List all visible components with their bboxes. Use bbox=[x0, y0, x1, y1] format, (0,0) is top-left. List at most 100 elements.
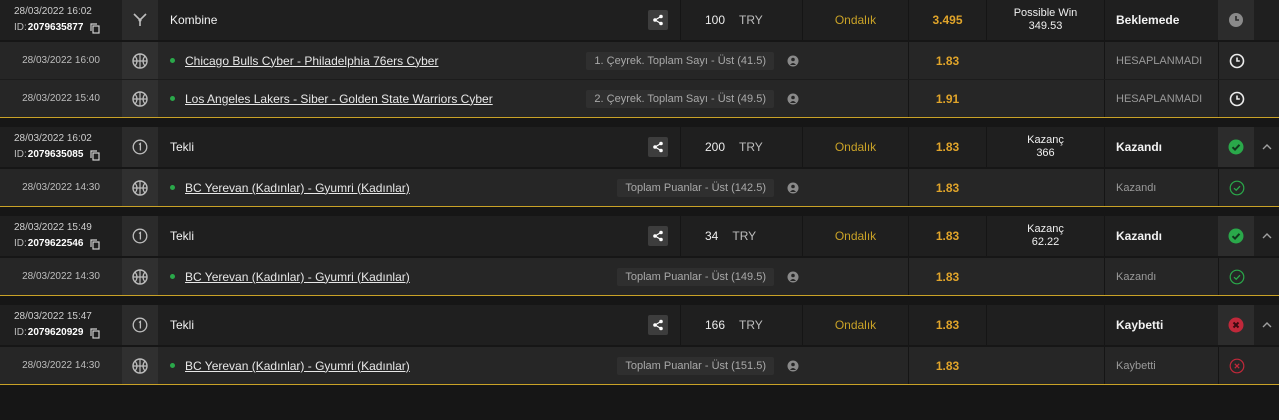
win-label: Possible Win bbox=[1013, 7, 1078, 19]
share-icon bbox=[653, 319, 663, 331]
bet-row[interactable]: 28/03/2022 16:02 ID: 2079635877 Kombine 1… bbox=[0, 0, 1279, 42]
bet-type-title: Tekli bbox=[170, 140, 195, 154]
leg-match: Los Angeles Lakers - Siber - Golden Stat… bbox=[158, 80, 596, 117]
bet-type-title: Kombine bbox=[170, 13, 218, 27]
live-dot bbox=[170, 274, 175, 279]
stake-currency: TRY bbox=[739, 318, 763, 332]
chevron-up-icon[interactable] bbox=[1254, 127, 1279, 167]
bet-id-line: ID: 2079635085 bbox=[14, 148, 101, 162]
bet-row[interactable]: 28/03/2022 15:47 ID: 2079620929 Tekli 166… bbox=[0, 305, 1279, 347]
bet-id-line: ID: 2079635877 bbox=[14, 21, 101, 35]
leg-market: 1. Çeyrek. Toplam Sayı - Üst (41.5) bbox=[586, 51, 774, 70]
stake-amount: 166 bbox=[705, 318, 726, 332]
copy-icon[interactable] bbox=[90, 327, 101, 339]
bet-id-line: ID: 2079622546 bbox=[14, 237, 101, 251]
bet-row[interactable]: 28/03/2022 15:49 ID: 2079622546 Tekli 34 T… bbox=[0, 216, 1279, 258]
bet-leg-row: 28/03/2022 14:30 BC Yerevan (Kadınlar) -… bbox=[0, 347, 1279, 385]
bet-date: 28/03/2022 16:02 bbox=[14, 133, 92, 144]
x-outline-icon bbox=[1218, 347, 1254, 384]
share-button[interactable] bbox=[648, 315, 668, 335]
copy-icon[interactable] bbox=[90, 22, 101, 34]
leg-odds: 1.83 bbox=[908, 258, 986, 295]
basketball-icon bbox=[122, 169, 158, 206]
match-link[interactable]: BC Yerevan (Kadınlar) - Gyumri (Kadınlar… bbox=[185, 270, 410, 284]
stats-icon[interactable] bbox=[780, 169, 806, 206]
win-cell: Kazanç 62.22 bbox=[986, 216, 1104, 256]
share-button[interactable] bbox=[648, 137, 668, 157]
leg-odds: 1.83 bbox=[908, 169, 986, 206]
share-icon bbox=[653, 141, 663, 153]
leg-market-cell: 2. Çeyrek. Toplam Sayı - Üst (49.5) bbox=[560, 80, 780, 117]
lost-x-icon bbox=[1218, 305, 1254, 345]
copy-icon[interactable] bbox=[90, 149, 101, 161]
combo-icon bbox=[122, 0, 158, 40]
stake-currency: TRY bbox=[739, 13, 763, 27]
bet-date-cell: 28/03/2022 16:02 ID: 2079635085 bbox=[0, 127, 122, 167]
live-dot bbox=[170, 363, 175, 368]
bet-leg-row: 28/03/2022 14:30 BC Yerevan (Kadınlar) -… bbox=[0, 169, 1279, 207]
leg-date: 28/03/2022 14:30 bbox=[22, 182, 100, 193]
match-link[interactable]: BC Yerevan (Kadınlar) - Gyumri (Kadınlar… bbox=[185, 359, 410, 373]
single-icon bbox=[122, 216, 158, 256]
bet-date: 28/03/2022 15:49 bbox=[14, 222, 92, 233]
won-check-icon bbox=[1218, 216, 1254, 256]
chevron-up-icon[interactable] bbox=[1254, 305, 1279, 345]
stats-icon[interactable] bbox=[780, 258, 806, 295]
bet-id: 2079622546 bbox=[27, 238, 84, 249]
pending-clock-icon bbox=[1218, 0, 1254, 40]
match-link[interactable]: Los Angeles Lakers - Siber - Golden Stat… bbox=[185, 92, 493, 106]
bet-date-cell: 28/03/2022 15:47 ID: 2079620929 bbox=[0, 305, 122, 345]
share-button[interactable] bbox=[648, 10, 668, 30]
match-link[interactable]: BC Yerevan (Kadınlar) - Gyumri (Kadınlar… bbox=[185, 181, 410, 195]
leg-market-cell: Toplam Puanlar - Üst (149.5) bbox=[560, 258, 780, 295]
match-link[interactable]: Chicago Bulls Cyber - Philadelphia 76ers… bbox=[185, 54, 438, 68]
stake-amount: 200 bbox=[705, 140, 726, 154]
leg-match: BC Yerevan (Kadınlar) - Gyumri (Kadınlar… bbox=[158, 347, 596, 384]
stake-amount: 34 bbox=[705, 229, 719, 243]
leg-status: HESAPLANMADI bbox=[1104, 42, 1218, 79]
win-label: Kazanç bbox=[1027, 134, 1064, 146]
stake-currency: TRY bbox=[732, 229, 757, 243]
basketball-icon bbox=[122, 80, 158, 117]
bet-id-line: ID: 2079620929 bbox=[14, 326, 101, 340]
live-dot bbox=[170, 58, 175, 63]
chevron-up-icon[interactable] bbox=[1254, 0, 1279, 40]
share-icon bbox=[653, 14, 663, 26]
stats-icon[interactable] bbox=[780, 347, 806, 384]
basketball-icon bbox=[122, 42, 158, 79]
odds-type: Ondalık bbox=[802, 0, 908, 40]
stake-amount: 100 bbox=[705, 13, 726, 27]
leg-market-cell: Toplam Puanlar - Üst (151.5) bbox=[560, 347, 780, 384]
copy-icon[interactable] bbox=[90, 238, 101, 250]
bet-date: 28/03/2022 16:02 bbox=[14, 6, 92, 17]
bet-status: Kaybetti bbox=[1104, 305, 1218, 345]
share-button[interactable] bbox=[648, 226, 668, 246]
total-odds: 1.83 bbox=[908, 127, 986, 167]
odds-type: Ondalık bbox=[802, 216, 908, 256]
leg-date: 28/03/2022 14:30 bbox=[22, 271, 100, 282]
bet-row[interactable]: 28/03/2022 16:02 ID: 2079635085 Tekli 200… bbox=[0, 127, 1279, 169]
bet-date-cell: 28/03/2022 15:49 ID: 2079622546 bbox=[0, 216, 122, 256]
win-cell: Kazanç 366 bbox=[986, 127, 1104, 167]
win-cell: Possible Win 349.53 bbox=[986, 0, 1104, 40]
single-icon bbox=[122, 305, 158, 345]
odds-type: Ondalık bbox=[802, 127, 908, 167]
stake-currency: TRY bbox=[739, 140, 763, 154]
leg-odds: 1.83 bbox=[908, 42, 986, 79]
leg-status: Kaybetti bbox=[1104, 347, 1218, 384]
stats-icon[interactable] bbox=[780, 80, 806, 117]
live-dot bbox=[170, 96, 175, 101]
row-gap bbox=[0, 296, 1279, 305]
win-value: 62.22 bbox=[1031, 236, 1060, 248]
total-odds: 1.83 bbox=[908, 305, 986, 345]
win-value: 349.53 bbox=[1028, 20, 1063, 32]
leg-date: 28/03/2022 14:30 bbox=[22, 360, 100, 371]
total-odds: 1.83 bbox=[908, 216, 986, 256]
leg-match: Chicago Bulls Cyber - Philadelphia 76ers… bbox=[158, 42, 596, 79]
stake-cell: 166 TRY bbox=[680, 305, 802, 345]
bet-leg-row: 28/03/2022 15:40 Los Angeles Lakers - Si… bbox=[0, 80, 1279, 118]
leg-market: 2. Çeyrek. Toplam Sayı - Üst (49.5) bbox=[586, 89, 774, 108]
leg-market: Toplam Puanlar - Üst (149.5) bbox=[617, 267, 774, 286]
chevron-up-icon[interactable] bbox=[1254, 216, 1279, 256]
stats-icon[interactable] bbox=[780, 42, 806, 79]
